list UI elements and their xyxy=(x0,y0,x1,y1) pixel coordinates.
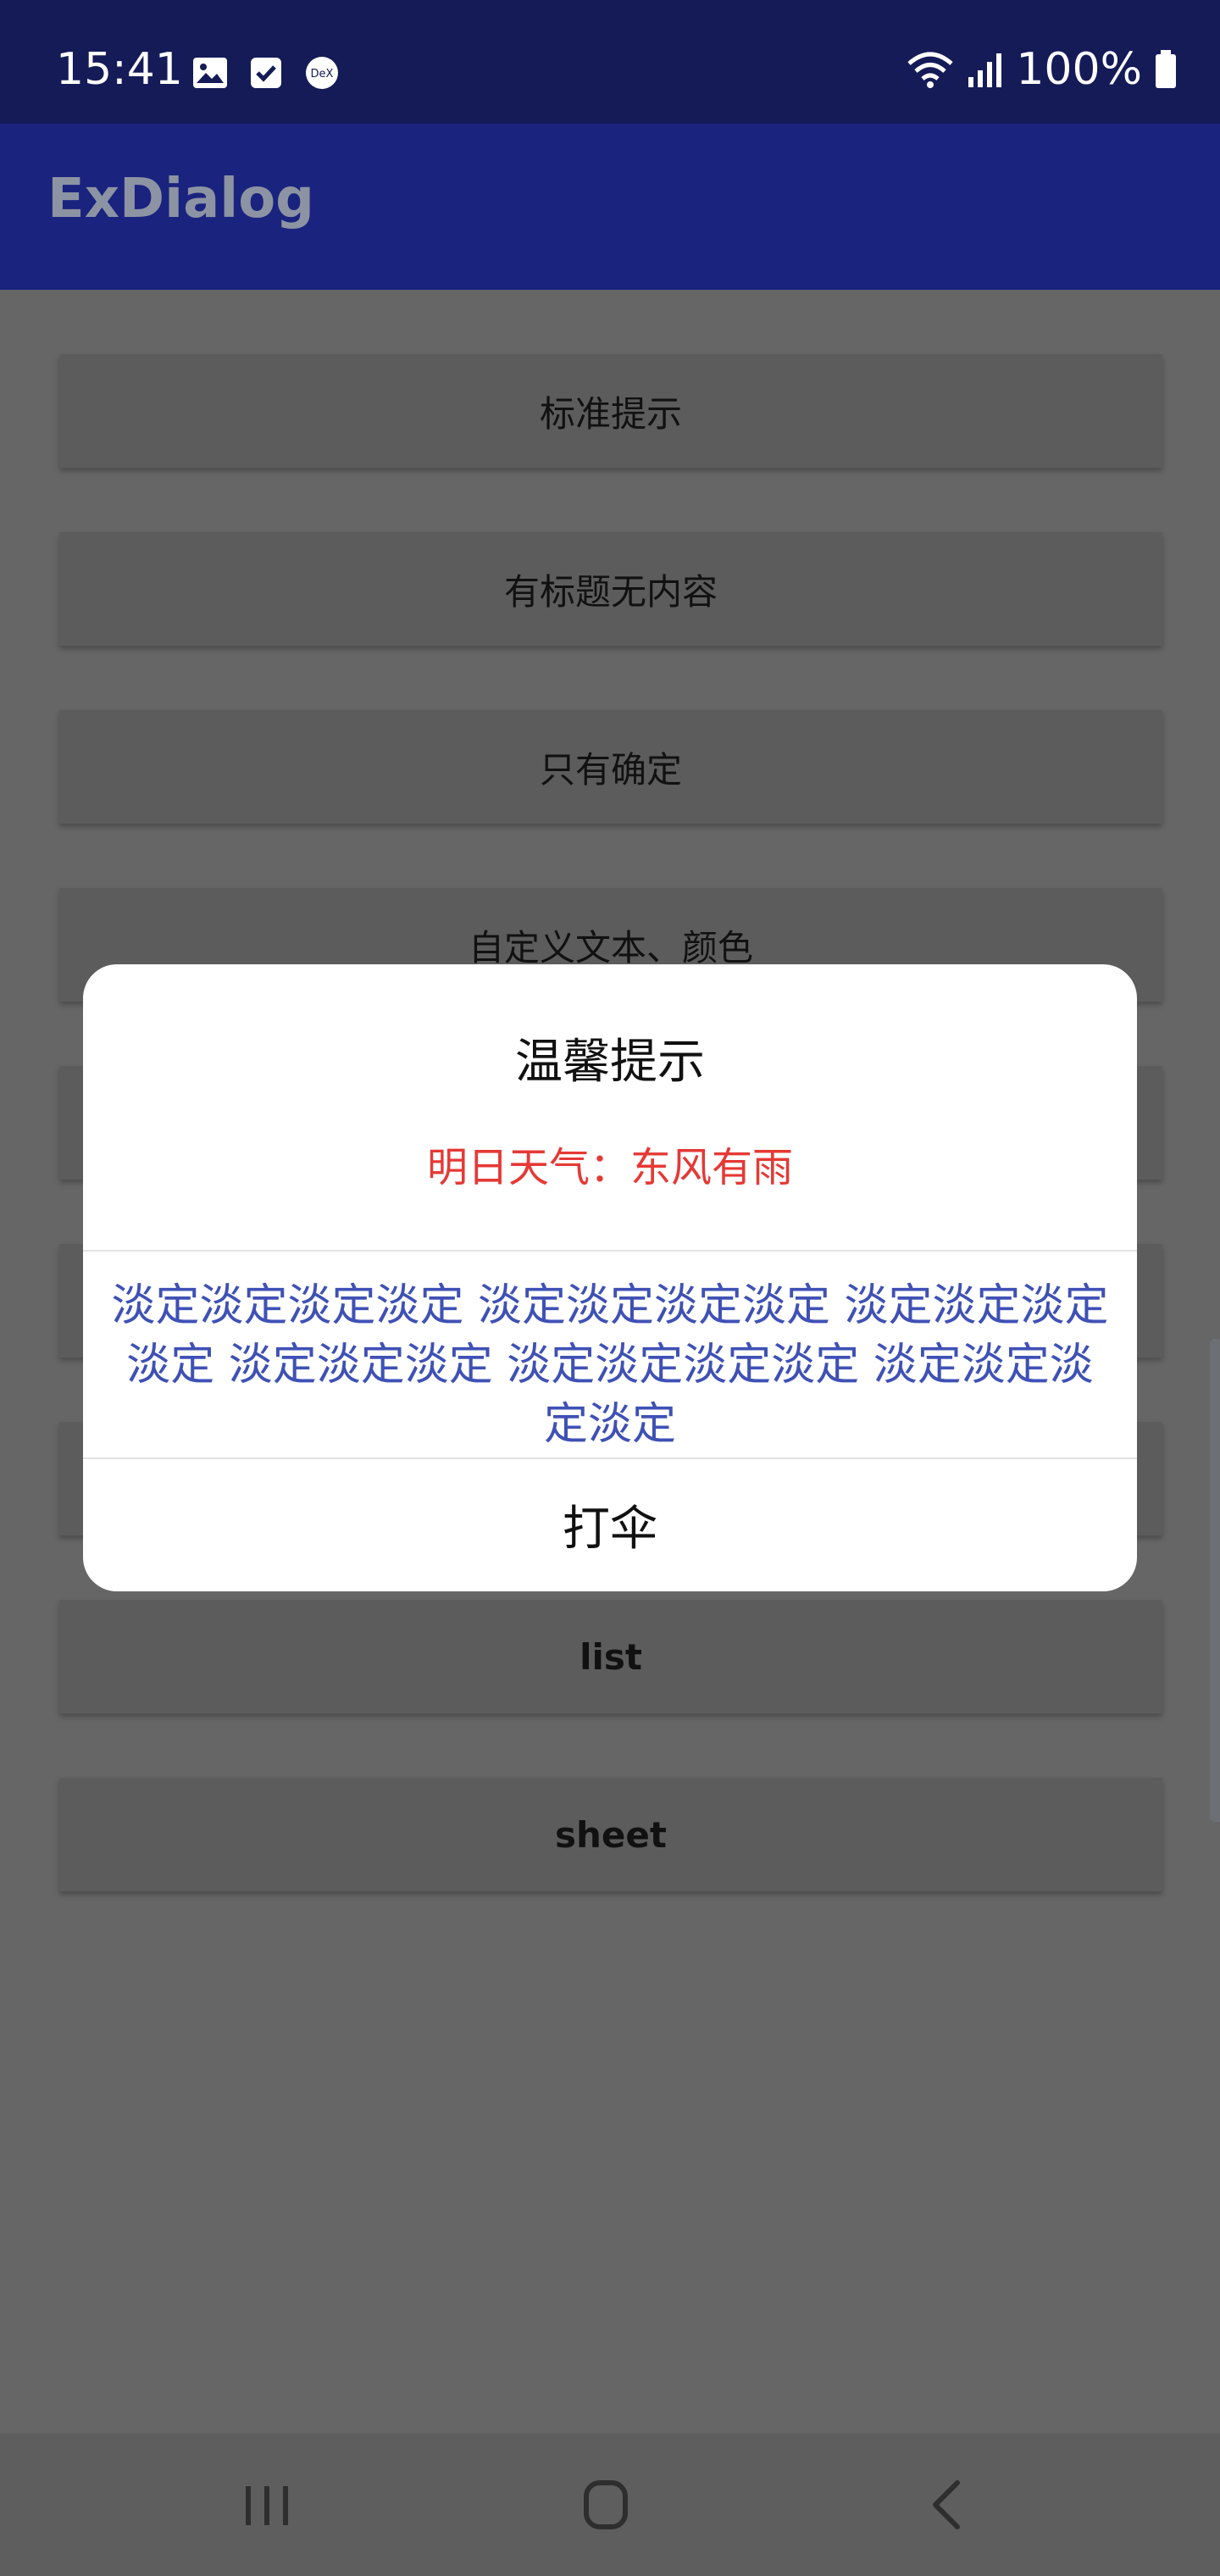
list-button[interactable]: list xyxy=(59,1600,1162,1713)
gallery-icon xyxy=(193,58,227,88)
system-icons: 100% xyxy=(906,44,1178,95)
back-icon[interactable] xyxy=(901,2471,995,2539)
dialog-positive-button[interactable]: 淡定淡定淡定淡定 淡定淡定淡定淡定 淡定淡定淡定淡定 淡定淡定淡定 淡定淡定淡定… xyxy=(105,1268,1115,1463)
standard-prompt-button[interactable]: 标准提示 xyxy=(59,354,1162,468)
sheet-button[interactable]: sheet xyxy=(59,1778,1162,1891)
recents-icon[interactable] xyxy=(220,2471,313,2539)
ok-only-button[interactable]: 只有确定 xyxy=(59,710,1162,824)
dialog-negative-button[interactable]: 打伞 xyxy=(83,1457,1137,1591)
scroll-handle[interactable] xyxy=(1210,1339,1220,1822)
app-bar: ExDialog xyxy=(0,124,1220,290)
app-title: ExDialog xyxy=(47,168,314,230)
dex-icon: DeX xyxy=(306,57,338,89)
title-no-content-button[interactable]: 有标题无内容 xyxy=(59,532,1162,646)
notification-icons: DeX xyxy=(191,56,341,90)
navigation-bar xyxy=(0,2434,1220,2576)
signal-icon xyxy=(968,53,1002,87)
battery-icon xyxy=(1156,50,1176,88)
dialog-divider xyxy=(83,1250,1137,1252)
dialog-title: 温馨提示 xyxy=(515,1035,705,1090)
status-bar: 15:41 DeX 100% xyxy=(0,0,1220,124)
checkbox-icon xyxy=(251,58,281,88)
alert-dialog: 温馨提示 明日天气：东风有雨 淡定淡定淡定淡定 淡定淡定淡定淡定 淡定淡定淡定淡… xyxy=(83,964,1137,1591)
wifi-icon xyxy=(907,52,953,88)
dialog-message: 明日天气：东风有雨 xyxy=(426,1144,793,1191)
svg-text:DeX: DeX xyxy=(311,68,334,80)
battery-percent: 100% xyxy=(1016,44,1142,95)
status-time: 15:41 xyxy=(56,44,183,95)
home-icon[interactable] xyxy=(559,2471,652,2539)
